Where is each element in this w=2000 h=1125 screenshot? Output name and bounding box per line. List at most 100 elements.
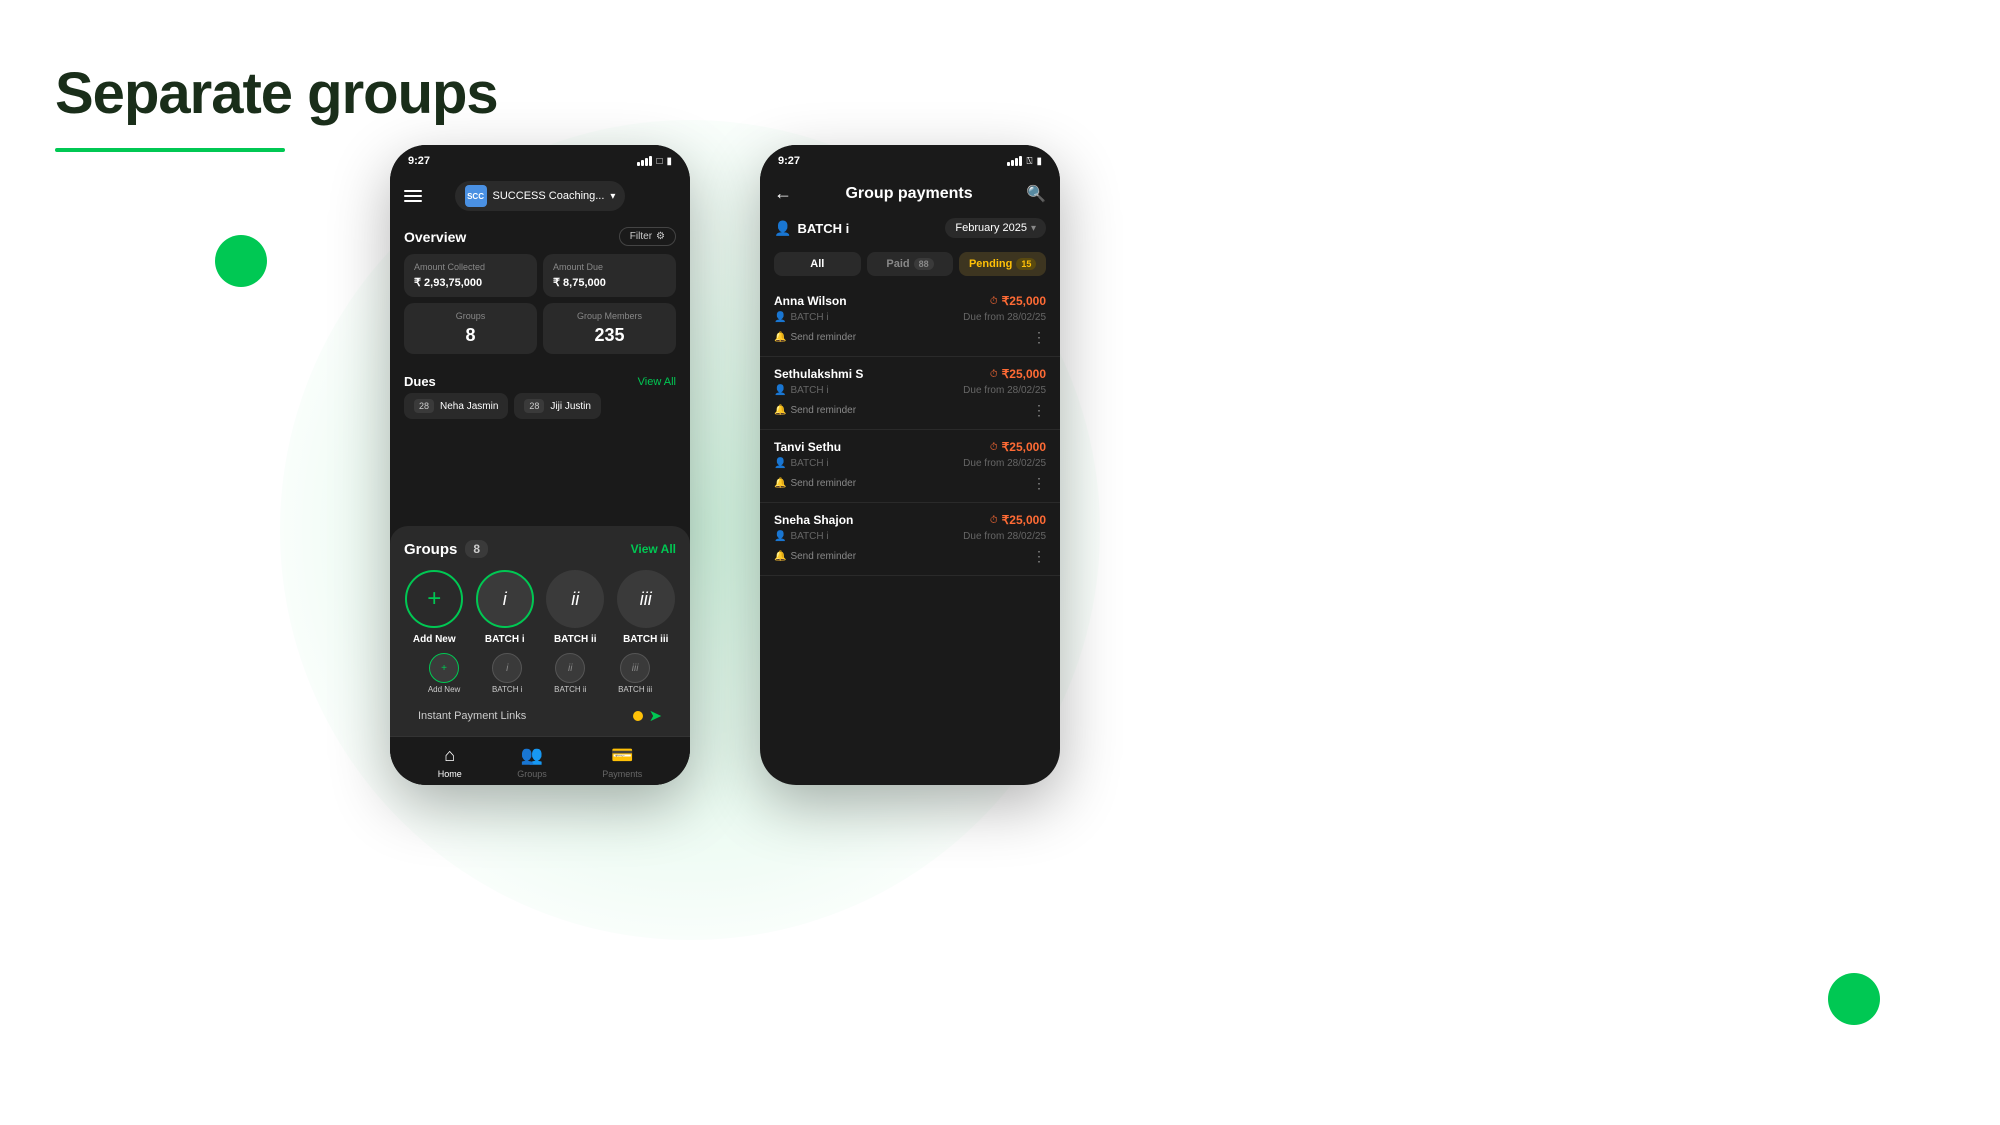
nav-tab-groups[interactable]: 👥 Groups	[517, 745, 547, 779]
small-nav-batch-ii-circle: ii	[555, 653, 585, 683]
wifi-icon-right: ⍂	[1026, 156, 1032, 167]
status-icons-left: □ ▮	[637, 156, 672, 167]
payment-name-sethu: Sethulakshmi S	[774, 367, 863, 381]
tab-pending[interactable]: Pending 15	[959, 252, 1046, 276]
payment-item-bottom-sneha: 👤 BATCH i Due from 28/02/25	[774, 531, 1046, 542]
overview-title: Overview	[404, 229, 466, 245]
payment-item-bottom-tanvi: 👤 BATCH i Due from 28/02/25	[774, 458, 1046, 469]
batch-row: 👤 BATCH i February 2025 ▾	[760, 212, 1060, 244]
payment-item-sneha: Sneha Shajon ⏱ ₹25,000 👤 BATCH i Due fro…	[760, 503, 1060, 576]
payment-batch-icon-sneha: 👤	[774, 531, 786, 542]
payment-arrow-icon: ➤	[649, 706, 662, 726]
payment-links-text: Instant Payment Links	[418, 710, 526, 722]
view-all-groups[interactable]: View All	[631, 542, 676, 556]
small-nav-batch-iii-circle: iii	[620, 653, 650, 683]
payment-batch-icon-tanvi: 👤	[774, 458, 786, 469]
amount-collected-value: ₹ 2,93,75,000	[414, 276, 527, 289]
small-nav-batch-iii[interactable]: iii BATCH iii	[618, 653, 652, 694]
nav-groups-label: Groups	[517, 769, 547, 779]
tab-all[interactable]: All	[774, 252, 861, 276]
filter-tabs: All Paid 88 Pending 15	[760, 244, 1060, 284]
small-nav-add[interactable]: + Add New	[428, 653, 460, 694]
send-reminder-btn-sneha[interactable]: 🔔 Send reminder	[774, 551, 856, 562]
payment-due-sethu: Due from 28/02/25	[963, 385, 1046, 396]
payment-due-anna: Due from 28/02/25	[963, 312, 1046, 323]
payment-batch-row-anna: 👤 BATCH i	[774, 312, 829, 323]
phone-right: 9:27 ⍂ ▮ ← Group payments 🔍 👤 BATCH i Fe…	[760, 145, 1060, 785]
month-text: February 2025	[955, 222, 1027, 234]
bottom-nav: ⌂ Home 👥 Groups 💳 Payments	[390, 736, 690, 785]
group-add-item[interactable]: + Add New	[405, 570, 463, 645]
dues-header: Dues View All	[390, 368, 690, 393]
payment-item-top-sneha: Sneha Shajon ⏱ ₹25,000	[774, 513, 1046, 527]
nav-tab-payments[interactable]: 💳 Payments	[602, 745, 642, 779]
page-title: Separate groups	[55, 60, 498, 127]
payment-amount-row-tanvi: ⏱ ₹25,000	[990, 440, 1046, 454]
green-dot-right	[1828, 973, 1880, 1025]
search-icon[interactable]: 🔍	[1026, 184, 1046, 204]
home-icon: ⌂	[444, 745, 455, 766]
dues-title: Dues	[404, 374, 436, 389]
bell-icon-tanvi: 🔔	[774, 478, 786, 489]
group-add-label: Add New	[413, 634, 456, 645]
month-chevron-icon: ▾	[1031, 223, 1036, 234]
payment-amount-sethu: ₹25,000	[1002, 367, 1046, 381]
due-item-1[interactable]: 28 Neha Jasmin	[404, 393, 508, 419]
small-nav-batch-ii[interactable]: ii BATCH ii	[554, 653, 586, 694]
members-value: 235	[553, 325, 666, 346]
group-batch-ii-label: BATCH ii	[554, 634, 597, 645]
batch-icon: 👤	[774, 220, 791, 237]
month-selector[interactable]: February 2025 ▾	[945, 218, 1046, 238]
group-batch-iii-item[interactable]: iii BATCH iii	[617, 570, 675, 645]
groups-label: Groups	[404, 541, 457, 558]
reminder-text-anna: Send reminder	[790, 332, 856, 343]
view-all-dues[interactable]: View All	[638, 376, 676, 388]
phone-header-left: SCC SUCCESS Coaching... ▾	[390, 173, 690, 219]
bell-icon-anna: 🔔	[774, 332, 786, 343]
payment-batch-sethu: BATCH i	[790, 385, 828, 396]
status-time-left: 9:27	[408, 155, 430, 167]
status-bar-left: 9:27 □ ▮	[390, 145, 690, 173]
dues-row: 28 Neha Jasmin 28 Jiji Justin	[390, 393, 690, 425]
filter-button[interactable]: Filter ⚙	[619, 227, 676, 246]
payment-batch-sneha: BATCH i	[790, 531, 828, 542]
more-icon-sneha[interactable]: ⋮	[1032, 548, 1046, 565]
chevron-down-icon: ▾	[610, 191, 615, 202]
payment-batch-row-tanvi: 👤 BATCH i	[774, 458, 829, 469]
payment-batch-row-sethu: 👤 BATCH i	[774, 385, 829, 396]
payment-batch-icon-anna: 👤	[774, 312, 786, 323]
payment-amount-row-anna: ⏱ ₹25,000	[990, 294, 1046, 308]
due-name-2: Jiji Justin	[550, 401, 591, 412]
small-nav-batch-i-circle: i	[492, 653, 522, 683]
small-nav-add-label: Add New	[428, 685, 460, 694]
more-icon-sethu[interactable]: ⋮	[1032, 402, 1046, 419]
signal-icon	[637, 156, 652, 166]
brand-pill[interactable]: SCC SUCCESS Coaching... ▾	[455, 181, 626, 211]
bell-icon-sethu: 🔔	[774, 405, 786, 416]
payment-dot-yellow	[633, 711, 643, 721]
group-batch-i-item[interactable]: i BATCH i	[476, 570, 534, 645]
menu-icon[interactable]	[404, 190, 422, 202]
send-reminder-btn-sethu[interactable]: 🔔 Send reminder	[774, 405, 856, 416]
send-reminder-btn-tanvi[interactable]: 🔔 Send reminder	[774, 478, 856, 489]
more-icon-anna[interactable]: ⋮	[1032, 329, 1046, 346]
payment-due-sneha: Due from 28/02/25	[963, 531, 1046, 542]
clock-icon-tanvi: ⏱	[990, 442, 998, 453]
rphone-title: Group payments	[845, 185, 972, 203]
back-arrow-icon[interactable]: ←	[774, 183, 792, 204]
payment-item-anna: Anna Wilson ⏱ ₹25,000 👤 BATCH i Due from…	[760, 284, 1060, 357]
more-icon-tanvi[interactable]: ⋮	[1032, 475, 1046, 492]
amount-due-card: Amount Due ₹ 8,75,000	[543, 254, 676, 297]
nav-tab-home[interactable]: ⌂ Home	[438, 745, 462, 779]
wifi-icon: □	[656, 156, 662, 167]
send-reminder-btn-anna[interactable]: 🔔 Send reminder	[774, 332, 856, 343]
payments-icon: 💳	[611, 745, 633, 766]
due-badge-2: 28	[524, 399, 544, 413]
group-batch-ii-item[interactable]: ii BATCH ii	[546, 570, 604, 645]
due-item-2[interactable]: 28 Jiji Justin	[514, 393, 601, 419]
payment-actions-sethu: 🔔 Send reminder ⋮	[774, 402, 1046, 419]
tab-paid[interactable]: Paid 88	[867, 252, 954, 276]
group-batch-ii-circle: ii	[546, 570, 604, 628]
paid-badge: 88	[914, 258, 934, 270]
small-nav-batch-i[interactable]: i BATCH i	[492, 653, 523, 694]
